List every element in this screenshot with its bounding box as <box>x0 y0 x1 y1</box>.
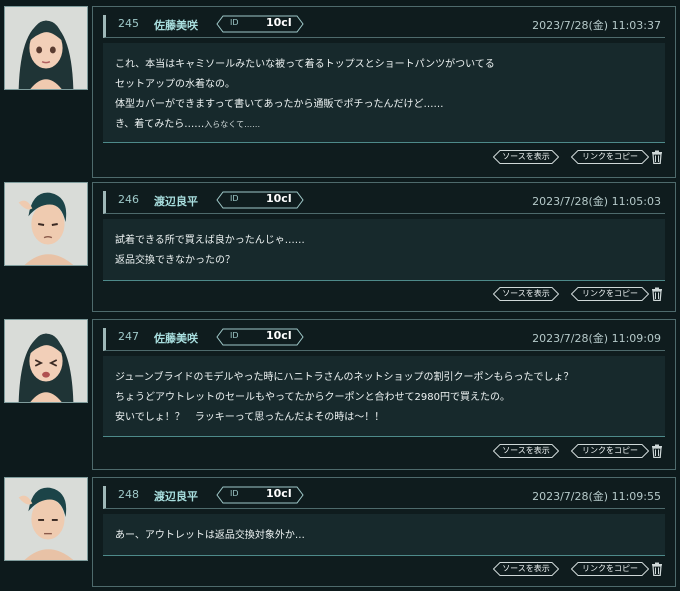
message-text: き、着てみたら…… <box>115 119 205 130</box>
post-actions: ソースを表示 リンクをコピー <box>493 287 663 301</box>
post-number: 245 <box>118 17 139 30</box>
copy-link-button[interactable]: リンクをコピー <box>571 444 649 458</box>
message-line: これ、本当はキャミソールみたいな被って着るトップスとショートパンツがついてる <box>115 59 495 70</box>
id-tag: ID 10cl <box>216 328 304 346</box>
timestamp: 2023/7/28(金) 11:03:37 <box>532 19 661 32</box>
post-body: これ、本当はキャミソールみたいな被って着るトップスとショートパンツがついてる セ… <box>103 43 665 143</box>
timestamp: 2023/7/28(金) 11:09:55 <box>532 490 661 503</box>
avatar-image <box>5 320 87 402</box>
copy-link-label: リンクをコピー <box>582 564 638 573</box>
view-source-button[interactable]: ソースを表示 <box>493 562 559 576</box>
copy-link-button[interactable]: リンクをコピー <box>571 287 649 301</box>
view-source-label: ソースを表示 <box>502 152 550 161</box>
post-actions: ソースを表示 リンクをコピー <box>493 150 663 164</box>
id-value: 10cl <box>266 16 292 29</box>
timestamp: 2023/7/28(金) 11:05:03 <box>532 195 661 208</box>
view-source-button[interactable]: ソースを表示 <box>493 150 559 164</box>
user-name[interactable]: 渡辺良平 <box>154 488 198 504</box>
message-line: 返品交換できなかったの？ <box>115 255 235 266</box>
trash-icon[interactable] <box>651 562 663 576</box>
message-small-text: 入らなくて…… <box>204 120 261 129</box>
post-body: あー、アウトレットは返品交換対象外か… <box>103 514 665 556</box>
view-source-label: ソースを表示 <box>502 564 550 573</box>
message-line: 安いでしょ！？ ラッキーって思ったんだよその時は〜！！ <box>115 412 385 423</box>
post-246: 246 渡辺良平 ID 10cl 2023/7/28(金) 11:05:03 試… <box>0 182 680 312</box>
user-name[interactable]: 佐藤美咲 <box>154 330 198 346</box>
post-header: 247 佐藤美咲 ID 10cl 2023/7/28(金) 11:09:09 <box>103 328 665 351</box>
avatar-image <box>5 183 87 265</box>
id-value: 10cl <box>266 329 292 342</box>
trash-icon[interactable] <box>651 444 663 458</box>
message-line: ちょうどアウトレットのセールもやってたからクーポンと合わせて2980円で買えたの… <box>115 392 510 403</box>
avatar-image <box>5 478 87 560</box>
trash-icon[interactable] <box>651 287 663 301</box>
post-header: 246 渡辺良平 ID 10cl 2023/7/28(金) 11:05:03 <box>103 191 665 214</box>
message-line: 体型カバーができますって書いてあったから通販でポチったんだけど…… <box>115 99 444 110</box>
trash-icon[interactable] <box>651 150 663 164</box>
avatar[interactable] <box>4 319 88 403</box>
post-body: 試着できる所で買えば良かったんじゃ…… 返品交換できなかったの？ <box>103 219 665 281</box>
post-panel: 247 佐藤美咲 ID 10cl 2023/7/28(金) 11:09:09 ジ… <box>92 319 676 470</box>
id-value: 10cl <box>266 487 292 500</box>
message-line: き、着てみたら……入らなくて…… <box>115 115 653 135</box>
id-label: ID <box>230 194 239 203</box>
id-label: ID <box>230 331 239 340</box>
avatar[interactable] <box>4 182 88 266</box>
copy-link-button[interactable]: リンクをコピー <box>571 562 649 576</box>
id-tag: ID 10cl <box>216 191 304 209</box>
copy-link-label: リンクをコピー <box>582 446 638 455</box>
id-tag: ID 10cl <box>216 15 304 33</box>
post-number: 248 <box>118 488 139 501</box>
post-number: 247 <box>118 330 139 343</box>
post-number: 246 <box>118 193 139 206</box>
post-header: 245 佐藤美咲 ID 10cl 2023/7/28(金) 11:03:37 <box>103 15 665 38</box>
user-name[interactable]: 佐藤美咲 <box>154 17 198 33</box>
id-value: 10cl <box>266 192 292 205</box>
view-source-button[interactable]: ソースを表示 <box>493 444 559 458</box>
post-actions: ソースを表示 リンクをコピー <box>493 562 663 576</box>
message-line: 試着できる所で買えば良かったんじゃ…… <box>115 235 305 246</box>
view-source-label: ソースを表示 <box>502 289 550 298</box>
id-label: ID <box>230 18 239 27</box>
post-panel: 245 佐藤美咲 ID 10cl 2023/7/28(金) 11:03:37 こ… <box>92 6 676 178</box>
id-label: ID <box>230 489 239 498</box>
post-245: 245 佐藤美咲 ID 10cl 2023/7/28(金) 11:03:37 こ… <box>0 6 680 178</box>
user-name[interactable]: 渡辺良平 <box>154 193 198 209</box>
view-source-label: ソースを表示 <box>502 446 550 455</box>
post-actions: ソースを表示 リンクをコピー <box>493 444 663 458</box>
message-line: あー、アウトレットは返品交換対象外か… <box>115 530 305 541</box>
message-line: セットアップの水着なの。 <box>115 79 235 90</box>
message-line: ジューンブライドのモデルやった時にハニトラさんのネットショップの割引クーポンもら… <box>115 372 574 383</box>
post-panel: 246 渡辺良平 ID 10cl 2023/7/28(金) 11:05:03 試… <box>92 182 676 312</box>
avatar[interactable] <box>4 477 88 561</box>
avatar[interactable] <box>4 6 88 90</box>
copy-link-label: リンクをコピー <box>582 289 638 298</box>
post-248: 248 渡辺良平 ID 10cl 2023/7/28(金) 11:09:55 あ… <box>0 477 680 587</box>
avatar-image <box>5 7 87 89</box>
id-tag: ID 10cl <box>216 486 304 504</box>
post-panel: 248 渡辺良平 ID 10cl 2023/7/28(金) 11:09:55 あ… <box>92 477 676 587</box>
copy-link-button[interactable]: リンクをコピー <box>571 150 649 164</box>
post-247: 247 佐藤美咲 ID 10cl 2023/7/28(金) 11:09:09 ジ… <box>0 319 680 470</box>
copy-link-label: リンクをコピー <box>582 152 638 161</box>
post-header: 248 渡辺良平 ID 10cl 2023/7/28(金) 11:09:55 <box>103 486 665 509</box>
view-source-button[interactable]: ソースを表示 <box>493 287 559 301</box>
post-body: ジューンブライドのモデルやった時にハニトラさんのネットショップの割引クーポンもら… <box>103 356 665 437</box>
timestamp: 2023/7/28(金) 11:09:09 <box>532 332 661 345</box>
